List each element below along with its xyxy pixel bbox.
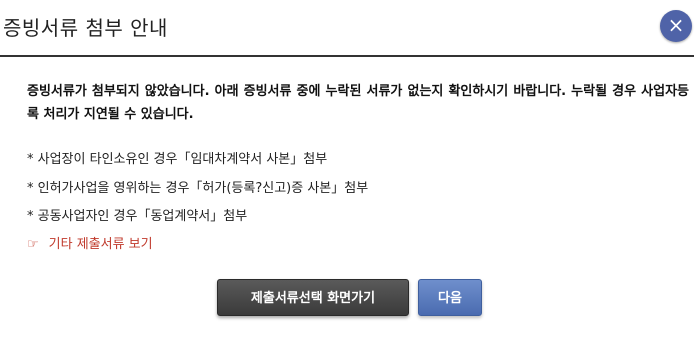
goto-selection-button[interactable]: 제출서류선택 화면가기 (217, 279, 409, 316)
requirement-item-partnership: * 공동사업자인 경우「동업계약서」첨부 (27, 209, 248, 224)
pointing-hand-icon: ☞ (27, 237, 39, 252)
next-button[interactable]: 다음 (418, 279, 482, 316)
dialog-title: 증빙서류 첨부 안내 (3, 16, 168, 40)
title-divider (0, 55, 694, 57)
close-icon[interactable]: × (660, 10, 692, 42)
requirement-item-lease: * 사업장이 타인소유인 경우「임대차계약서 사본」첨부 (27, 152, 328, 167)
requirement-item-license: * 인허가사업을 영위하는 경우「허가(등록?신고)증 사본」첨부 (27, 181, 369, 196)
notice-text: 증빙서류가 첨부되지 않았습니다. 아래 증빙서류 중에 누락된 서류가 없는지… (27, 84, 689, 122)
other-documents-label: 기타 제출서류 보기 (48, 237, 153, 252)
other-documents-link[interactable]: ☞ 기타 제출서류 보기 (27, 233, 153, 252)
